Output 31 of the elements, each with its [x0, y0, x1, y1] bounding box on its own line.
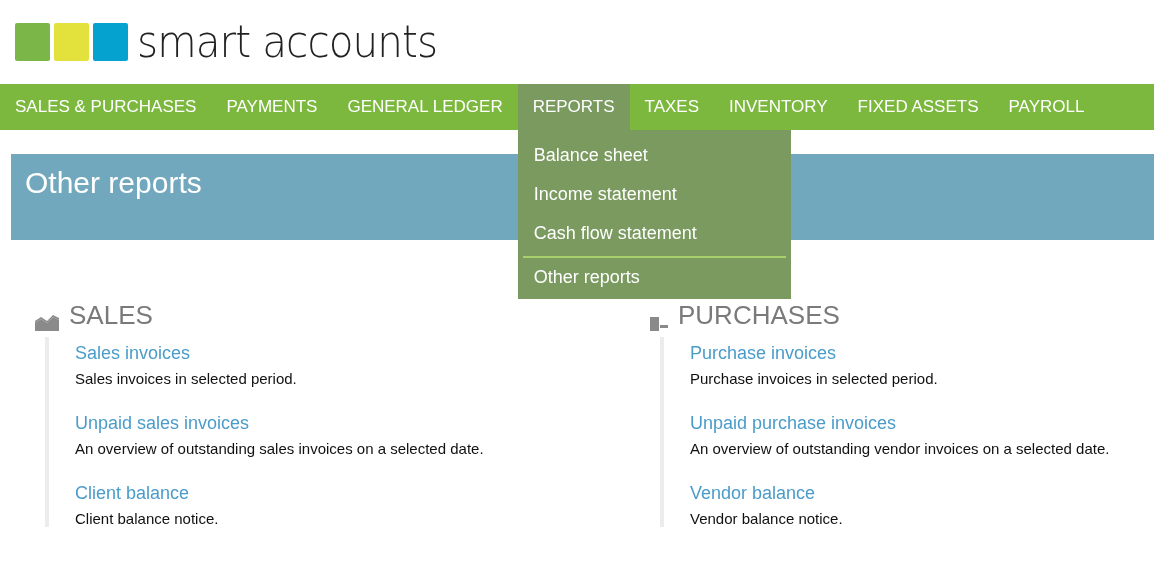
section-title: SALES	[69, 300, 153, 331]
nav-tab[interactable]: PAYMENTS	[211, 84, 333, 130]
report-description: Sales invoices in selected period.	[75, 370, 298, 387]
menu-item[interactable]: Cash flow statement	[522, 214, 786, 253]
menu-item[interactable]: Balance sheet	[522, 136, 786, 175]
area-chart-icon	[35, 315, 59, 331]
report-link[interactable]: Purchase invoices	[690, 343, 837, 364]
report-description: An overview of outstanding sales invoices on a selected date.	[75, 440, 485, 457]
report-description: An overview of outstanding vendor invoices on a selected date.	[690, 440, 1111, 457]
section-title: PURCHASES	[678, 300, 840, 331]
logo-icon	[15, 23, 129, 61]
report-link[interactable]: Unpaid purchase invoices	[690, 413, 897, 434]
building-icon	[650, 317, 668, 331]
menu-item[interactable]: Other reports	[522, 256, 786, 297]
report-description: Vendor balance notice.	[690, 510, 844, 527]
logo-text: smart accounts	[137, 20, 438, 64]
report-link[interactable]: Unpaid sales invoices	[75, 413, 250, 434]
nav-tab[interactable]: INVENTORY	[714, 84, 843, 130]
report-link[interactable]: Client balance	[75, 483, 190, 504]
menu-item[interactable]: Income statement	[522, 175, 786, 214]
report-description: Client balance notice.	[75, 510, 220, 527]
nav-tab[interactable]: SALES & PURCHASES	[0, 84, 212, 130]
report-link[interactable]: Vendor balance	[690, 483, 816, 504]
nav-tab[interactable]: FIXED ASSETS	[842, 84, 994, 130]
nav-tab[interactable]: REPORTS	[517, 84, 630, 130]
page-title: Other reports	[25, 166, 202, 200]
nav-tab[interactable]: TAXES	[629, 84, 714, 130]
nav-tab[interactable]: PAYROLL	[993, 84, 1100, 130]
nav-tab[interactable]: GENERAL LEDGER	[332, 84, 518, 130]
report-link[interactable]: Sales invoices	[75, 343, 191, 364]
report-description: Purchase invoices in selected period.	[690, 370, 939, 387]
